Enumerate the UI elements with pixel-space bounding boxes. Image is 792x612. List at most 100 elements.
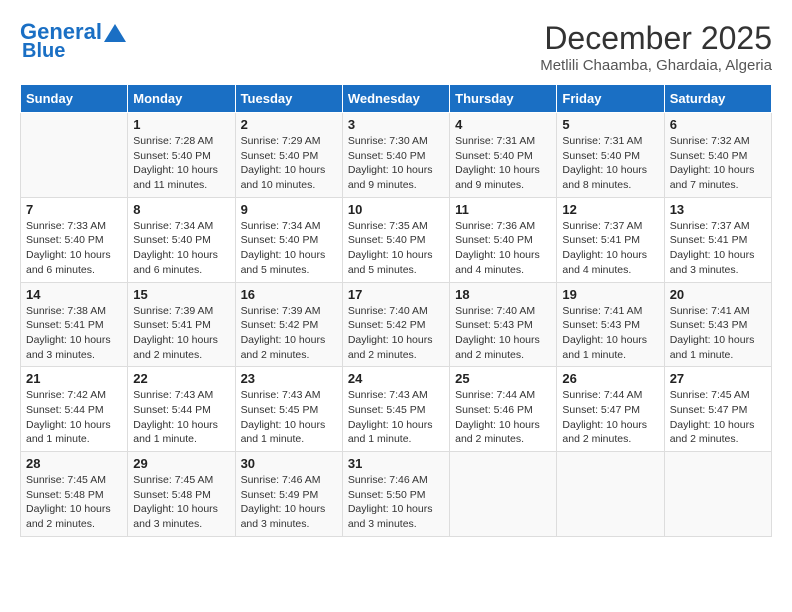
calendar-cell: [450, 452, 557, 537]
day-info: Sunrise: 7:46 AM Sunset: 5:49 PM Dayligh…: [241, 473, 337, 532]
calendar-cell: 2Sunrise: 7:29 AM Sunset: 5:40 PM Daylig…: [235, 113, 342, 198]
day-number: 20: [670, 287, 766, 302]
calendar-cell: 26Sunrise: 7:44 AM Sunset: 5:47 PM Dayli…: [557, 367, 664, 452]
day-number: 7: [26, 202, 122, 217]
weekday-header-row: SundayMondayTuesdayWednesdayThursdayFrid…: [21, 85, 772, 113]
day-info: Sunrise: 7:38 AM Sunset: 5:41 PM Dayligh…: [26, 304, 122, 363]
day-number: 6: [670, 117, 766, 132]
calendar-cell: 5 Sunrise: 7:31 AM Sunset: 5:40 PM Daylig…: [557, 113, 664, 198]
calendar-cell: [557, 452, 664, 537]
logo-icon: [104, 24, 126, 42]
day-info: Sunrise: 7:33 AM Sunset: 5:40 PM Dayligh…: [26, 219, 122, 278]
day-number: 10: [348, 202, 444, 217]
logo-blue-text: Blue: [22, 40, 65, 62]
weekday-header-monday: Monday: [128, 85, 235, 113]
day-number: 12: [562, 202, 658, 217]
day-number: 23: [241, 371, 337, 386]
day-info: Sunrise: 7:30 AM Sunset: 5:40 PM Dayligh…: [348, 134, 444, 193]
day-number: 30: [241, 456, 337, 471]
location: Metlili Chaamba, Ghardaia, Algeria: [540, 57, 772, 74]
day-info: Sunrise: 7:39 AM Sunset: 5:41 PM Dayligh…: [133, 304, 229, 363]
day-number: 24: [348, 371, 444, 386]
day-number: 8: [133, 202, 229, 217]
weekday-header-tuesday: Tuesday: [235, 85, 342, 113]
day-number: 1: [133, 117, 229, 132]
calendar-week-3: 14 Sunrise: 7:38 AM Sunset: 5:41 PM Dayli…: [21, 282, 772, 367]
calendar-cell: 21 Sunrise: 7:42 AM Sunset: 5:44 PM Dayli…: [21, 367, 128, 452]
day-number: 2: [241, 117, 337, 132]
calendar-cell: 30 Sunrise: 7:46 AM Sunset: 5:49 PM Dayli…: [235, 452, 342, 537]
day-info: Sunrise: 7:34 AM Sunset: 5:40 PM Dayligh…: [241, 219, 337, 278]
calendar-cell: 19 Sunrise: 7:41 AM Sunset: 5:43 PM Dayli…: [557, 282, 664, 367]
day-number: 15: [133, 287, 229, 302]
calendar-cell: 13 Sunrise: 7:37 AM Sunset: 5:41 PM Dayli…: [664, 197, 771, 282]
calendar-week-1: 1 Sunrise: 7:28 AM Sunset: 5:40 PM Daylig…: [21, 113, 772, 198]
calendar-cell: 10 Sunrise: 7:35 AM Sunset: 5:40 PM Dayli…: [342, 197, 449, 282]
logo: General Blue: [20, 20, 126, 62]
day-info: Sunrise: 7:39 AM Sunset: 5:42 PM Dayligh…: [241, 304, 337, 363]
day-number: 26: [562, 371, 658, 386]
calendar-cell: 4 Sunrise: 7:31 AM Sunset: 5:40 PM Daylig…: [450, 113, 557, 198]
day-info: Sunrise: 7:45 AM Sunset: 5:47 PM Dayligh…: [670, 388, 766, 447]
day-info: Sunrise: 7:42 AM Sunset: 5:44 PM Dayligh…: [26, 388, 122, 447]
day-info: Sunrise: 7:44 AM Sunset: 5:46 PM Dayligh…: [455, 388, 551, 447]
day-info: Sunrise: 7:45 AM Sunset: 5:48 PM Dayligh…: [26, 473, 122, 532]
day-number: 17: [348, 287, 444, 302]
day-number: 5: [562, 117, 658, 132]
calendar-cell: 6 Sunrise: 7:32 AM Sunset: 5:40 PM Daylig…: [664, 113, 771, 198]
calendar-cell: 7 Sunrise: 7:33 AM Sunset: 5:40 PM Daylig…: [21, 197, 128, 282]
day-number: 16: [241, 287, 337, 302]
day-number: 13: [670, 202, 766, 217]
day-number: 9: [241, 202, 337, 217]
calendar-cell: 12Sunrise: 7:37 AM Sunset: 5:41 PM Dayli…: [557, 197, 664, 282]
day-info: Sunrise: 7:32 AM Sunset: 5:40 PM Dayligh…: [670, 134, 766, 193]
month-title: December 2025: [540, 20, 772, 57]
calendar-cell: 18 Sunrise: 7:40 AM Sunset: 5:43 PM Dayli…: [450, 282, 557, 367]
day-number: 21: [26, 371, 122, 386]
day-number: 29: [133, 456, 229, 471]
calendar-cell: 23Sunrise: 7:43 AM Sunset: 5:45 PM Dayli…: [235, 367, 342, 452]
calendar-cell: 28 Sunrise: 7:45 AM Sunset: 5:48 PM Dayli…: [21, 452, 128, 537]
calendar-cell: [664, 452, 771, 537]
day-number: 18: [455, 287, 551, 302]
day-info: Sunrise: 7:46 AM Sunset: 5:50 PM Dayligh…: [348, 473, 444, 532]
title-block: December 2025 Metlili Chaamba, Ghardaia,…: [540, 20, 772, 74]
day-number: 28: [26, 456, 122, 471]
calendar-cell: 17Sunrise: 7:40 AM Sunset: 5:42 PM Dayli…: [342, 282, 449, 367]
weekday-header-thursday: Thursday: [450, 85, 557, 113]
calendar-week-5: 28 Sunrise: 7:45 AM Sunset: 5:48 PM Dayli…: [21, 452, 772, 537]
calendar-body: 1 Sunrise: 7:28 AM Sunset: 5:40 PM Daylig…: [21, 113, 772, 537]
day-info: Sunrise: 7:34 AM Sunset: 5:40 PM Dayligh…: [133, 219, 229, 278]
day-info: Sunrise: 7:35 AM Sunset: 5:40 PM Dayligh…: [348, 219, 444, 278]
day-number: 22: [133, 371, 229, 386]
calendar-cell: 1 Sunrise: 7:28 AM Sunset: 5:40 PM Daylig…: [128, 113, 235, 198]
day-info: Sunrise: 7:28 AM Sunset: 5:40 PM Dayligh…: [133, 134, 229, 193]
calendar-cell: 29 Sunrise: 7:45 AM Sunset: 5:48 PM Dayli…: [128, 452, 235, 537]
calendar-cell: 14 Sunrise: 7:38 AM Sunset: 5:41 PM Dayli…: [21, 282, 128, 367]
day-number: 31: [348, 456, 444, 471]
day-info: Sunrise: 7:45 AM Sunset: 5:48 PM Dayligh…: [133, 473, 229, 532]
calendar-cell: 22Sunrise: 7:43 AM Sunset: 5:44 PM Dayli…: [128, 367, 235, 452]
day-info: Sunrise: 7:43 AM Sunset: 5:45 PM Dayligh…: [348, 388, 444, 447]
day-info: Sunrise: 7:31 AM Sunset: 5:40 PM Dayligh…: [562, 134, 658, 193]
calendar-header: SundayMondayTuesdayWednesdayThursdayFrid…: [21, 85, 772, 113]
weekday-header-friday: Friday: [557, 85, 664, 113]
calendar-week-2: 7 Sunrise: 7:33 AM Sunset: 5:40 PM Daylig…: [21, 197, 772, 282]
day-number: 4: [455, 117, 551, 132]
calendar-cell: [21, 113, 128, 198]
calendar-cell: 9 Sunrise: 7:34 AM Sunset: 5:40 PM Daylig…: [235, 197, 342, 282]
day-number: 19: [562, 287, 658, 302]
calendar-table: SundayMondayTuesdayWednesdayThursdayFrid…: [20, 84, 772, 537]
weekday-header-sunday: Sunday: [21, 85, 128, 113]
day-number: 14: [26, 287, 122, 302]
day-info: Sunrise: 7:41 AM Sunset: 5:43 PM Dayligh…: [670, 304, 766, 363]
day-info: Sunrise: 7:41 AM Sunset: 5:43 PM Dayligh…: [562, 304, 658, 363]
day-info: Sunrise: 7:31 AM Sunset: 5:40 PM Dayligh…: [455, 134, 551, 193]
calendar-cell: 27Sunrise: 7:45 AM Sunset: 5:47 PM Dayli…: [664, 367, 771, 452]
weekday-header-wednesday: Wednesday: [342, 85, 449, 113]
day-info: Sunrise: 7:40 AM Sunset: 5:43 PM Dayligh…: [455, 304, 551, 363]
calendar-week-4: 21 Sunrise: 7:42 AM Sunset: 5:44 PM Dayli…: [21, 367, 772, 452]
calendar-cell: 20 Sunrise: 7:41 AM Sunset: 5:43 PM Dayli…: [664, 282, 771, 367]
day-info: Sunrise: 7:37 AM Sunset: 5:41 PM Dayligh…: [670, 219, 766, 278]
calendar-cell: 24 Sunrise: 7:43 AM Sunset: 5:45 PM Dayli…: [342, 367, 449, 452]
